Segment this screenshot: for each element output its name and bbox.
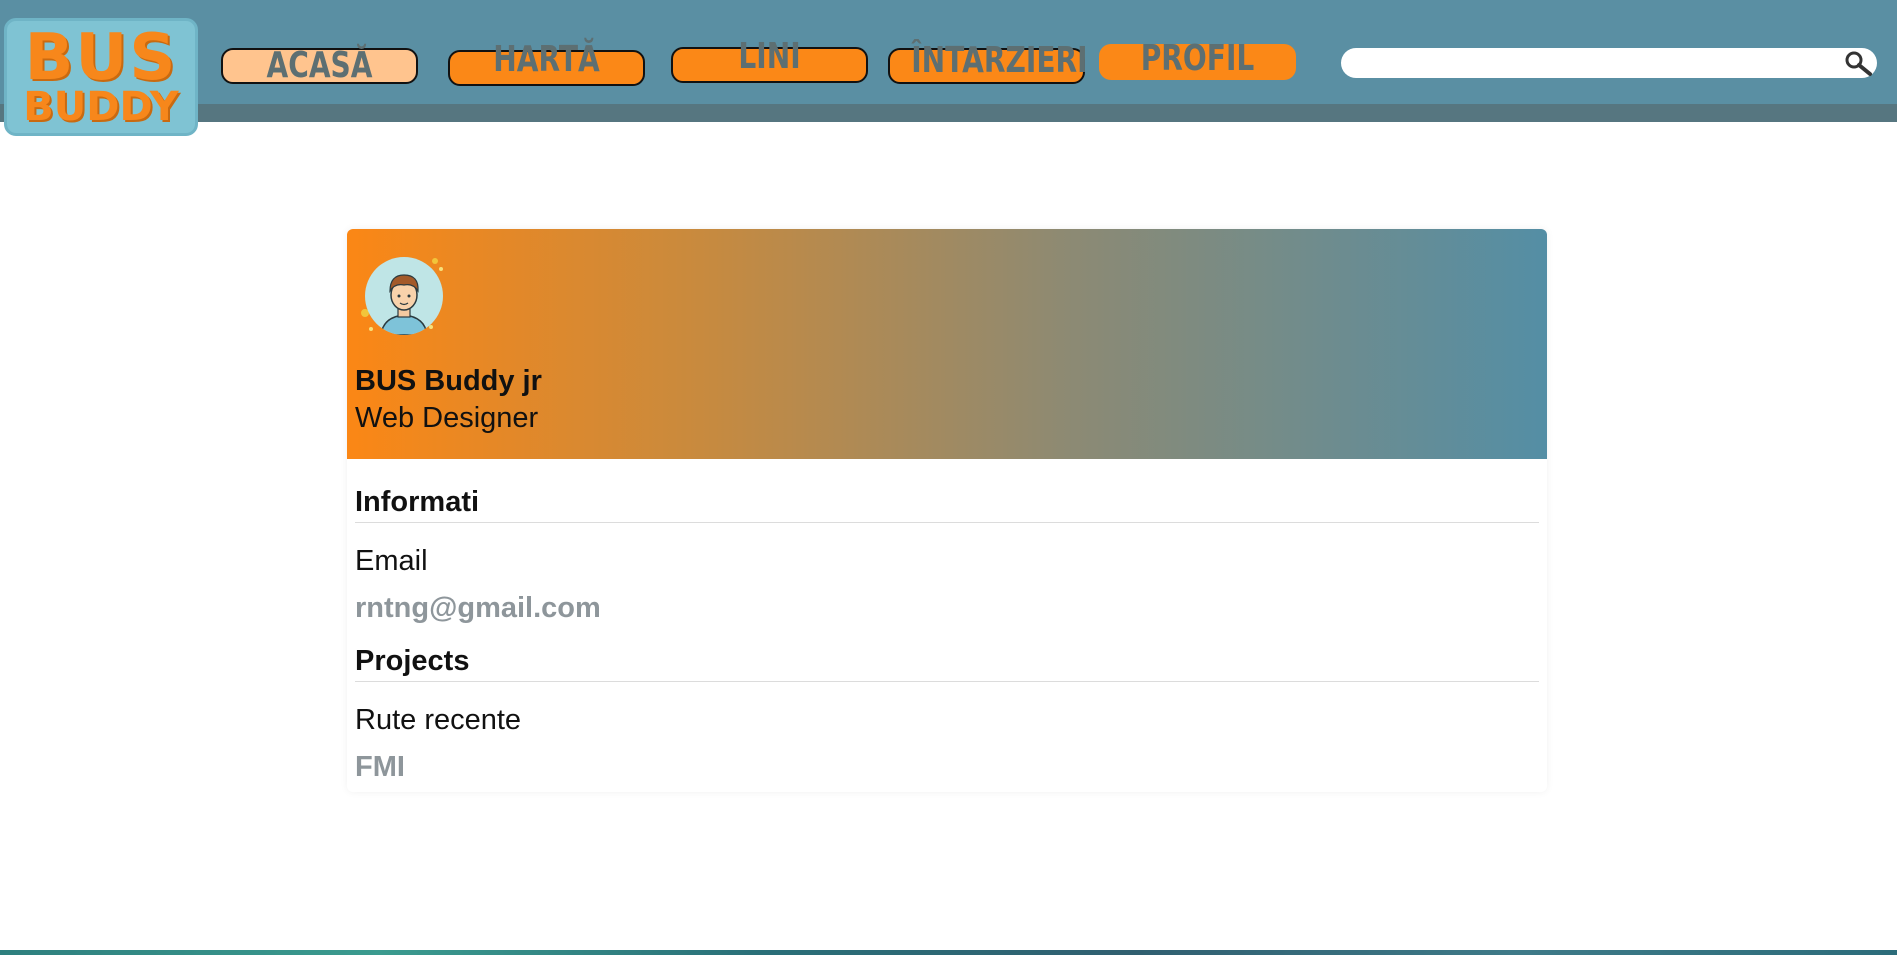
nav-lini-button[interactable]: LINI bbox=[671, 37, 868, 83]
nav-profil-label: PROFIL bbox=[1140, 38, 1255, 79]
email-value: rntng@gmail.com bbox=[355, 592, 601, 624]
nav-acasa-button[interactable]: ACASĂ bbox=[221, 45, 418, 86]
profile-card-header: BUS Buddy jr Web Designer bbox=[347, 229, 1547, 459]
profile-name: BUS Buddy jr bbox=[355, 365, 542, 397]
profile-card: BUS Buddy jr Web Designer Informati Emai… bbox=[347, 229, 1547, 792]
info-section-title: Informati bbox=[355, 486, 480, 518]
search-input[interactable] bbox=[1341, 48, 1841, 78]
search-button[interactable] bbox=[1841, 48, 1877, 78]
profile-role: Web Designer bbox=[355, 402, 539, 434]
projects-section-title: Projects bbox=[355, 645, 470, 677]
avatar[interactable] bbox=[365, 257, 443, 335]
nav-harta-button[interactable]: HARTĂ bbox=[448, 40, 645, 86]
bus-buddy-logo[interactable]: BUS BUDDY bbox=[4, 18, 198, 136]
nav-lini-label: LINI bbox=[738, 36, 801, 77]
bottom-strip bbox=[0, 950, 1897, 955]
nav-intarzieri-button[interactable]: ÎNTARZIERI bbox=[888, 41, 1088, 84]
nav-profil-button[interactable]: PROFIL bbox=[1099, 39, 1296, 80]
logo-text-bus: BUS bbox=[24, 21, 178, 95]
nav-harta-label: HARTĂ bbox=[493, 39, 600, 80]
page: BUS BUDDY ACASĂ HARTĂ LINI ÎNTARZIERI PR… bbox=[0, 0, 1897, 955]
navbar-shadow bbox=[0, 104, 1897, 122]
routes-label: Rute recente bbox=[355, 704, 522, 736]
routes-value: FMI bbox=[355, 751, 405, 783]
projects-divider bbox=[355, 681, 1539, 682]
info-divider bbox=[355, 522, 1539, 523]
logo-text-buddy: BUDDY bbox=[23, 84, 179, 130]
email-label: Email bbox=[355, 545, 428, 577]
nav-intarzieri-label: ÎNTARZIERI bbox=[911, 40, 1088, 81]
nav-acasa-label: ACASĂ bbox=[266, 45, 373, 86]
